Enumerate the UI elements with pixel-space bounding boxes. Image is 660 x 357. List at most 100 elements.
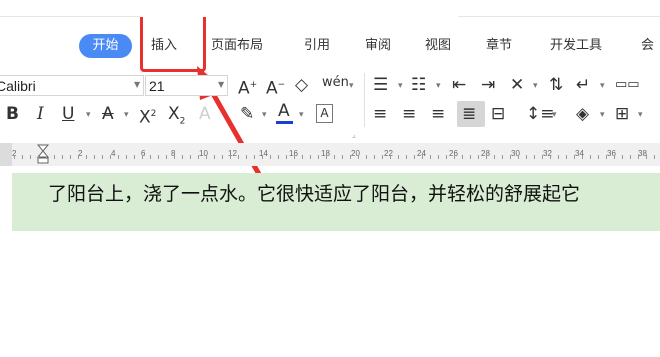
- sort-icon[interactable]: ⇅: [549, 75, 563, 95]
- align-right-icon[interactable]: ≡: [431, 104, 445, 124]
- text-effect-icon[interactable]: A: [199, 104, 211, 124]
- ruler-tick: [582, 155, 583, 159]
- phonetic-dropdown-icon[interactable]: ▾: [349, 81, 354, 91]
- ruler-tick: [182, 155, 183, 159]
- align-left-icon[interactable]: ≡: [373, 104, 387, 124]
- increase-indent-icon[interactable]: ⇥: [481, 75, 495, 95]
- align-center-icon[interactable]: ≡: [402, 104, 416, 124]
- ruler-number: 22: [384, 149, 393, 158]
- shading-icon[interactable]: ◈: [576, 104, 589, 124]
- borders-dropdown-icon[interactable]: ▾: [638, 110, 643, 120]
- table-grid-icon[interactable]: ▭▭: [615, 75, 640, 95]
- line-spacing-icon[interactable]: ↕≡: [526, 104, 555, 124]
- phonetic-guide-icon[interactable]: wén: [322, 73, 349, 93]
- decrease-indent-icon[interactable]: ⇤: [452, 75, 466, 95]
- ruler-tick: [606, 155, 607, 159]
- ruler-tick: [518, 155, 519, 159]
- ruler-tick: [502, 155, 503, 159]
- ruler-tick: [70, 155, 71, 159]
- ruler-tick: [526, 155, 527, 159]
- ruler-tick: [62, 155, 63, 159]
- underline-icon[interactable]: U: [62, 104, 74, 124]
- ruler-number: 14: [259, 149, 268, 158]
- ruler-tick: [206, 155, 207, 159]
- line-spacing-dropdown-icon[interactable]: ▾: [552, 110, 557, 120]
- borders-icon[interactable]: ⊞: [615, 104, 629, 124]
- ruler-tick: [30, 155, 31, 159]
- underline-dropdown-icon[interactable]: ▾: [86, 110, 91, 120]
- justify-icon[interactable]: ≣: [462, 104, 476, 124]
- document-text-line[interactable]: 了阳台上，浇了一点水。它很快适应了阳台，并轻松的舒展起它: [48, 181, 580, 207]
- ruler-tick: [390, 155, 391, 159]
- ruler-tick: [150, 155, 151, 159]
- ruler-tick: [22, 155, 23, 159]
- font-size-dropdown-icon[interactable]: ▼: [218, 80, 224, 89]
- ruler-tick: [318, 155, 319, 159]
- distributed-icon[interactable]: ⊟: [491, 104, 505, 124]
- ruler-tick: [382, 155, 383, 159]
- ruler-tick: [126, 155, 127, 159]
- font-color-icon[interactable]: A: [278, 101, 290, 121]
- bullet-list-icon[interactable]: ☰: [373, 75, 388, 95]
- highlight-icon[interactable]: ✎: [240, 104, 254, 124]
- ruler-tick: [542, 155, 543, 159]
- group-expand-icon[interactable]: ⌟: [352, 130, 356, 139]
- ruler-tick: [286, 155, 287, 159]
- ruler-tick: [374, 155, 375, 159]
- ruler-tick: [142, 155, 143, 159]
- show-marks-icon[interactable]: ↵: [576, 75, 590, 95]
- ruler-tick: [470, 155, 471, 159]
- ruler-tick: [334, 155, 335, 159]
- shading-dropdown-icon[interactable]: ▾: [600, 110, 605, 120]
- ruler-tick: [278, 155, 279, 159]
- subscript-icon[interactable]: X2: [168, 104, 185, 131]
- ruler-tick: [398, 155, 399, 159]
- font-name-dropdown-icon[interactable]: ▼: [134, 80, 140, 89]
- ruler-tick: [198, 155, 199, 159]
- superscript-icon[interactable]: X2: [139, 104, 156, 128]
- ruler-tick: [118, 155, 119, 159]
- ruler-tick: [342, 155, 343, 159]
- ruler-tick: [630, 155, 631, 159]
- numbered-list-dropdown-icon[interactable]: ▾: [436, 81, 441, 91]
- bullet-list-dropdown-icon[interactable]: ▾: [398, 81, 403, 91]
- numbered-list-icon[interactable]: ☷: [411, 75, 426, 95]
- ruler-tick: [430, 155, 431, 159]
- grow-font-icon[interactable]: A+: [238, 75, 257, 99]
- italic-icon[interactable]: I: [37, 104, 44, 124]
- font-name-select[interactable]: Calibri: [0, 75, 144, 96]
- ruler-tick: [174, 155, 175, 159]
- horizontal-ruler[interactable]: 2 2 4 6 8 10 12 14 16 18 20 22 24 26 28 …: [0, 143, 660, 166]
- font-color-dropdown-icon[interactable]: ▾: [299, 110, 304, 120]
- ruler-tick: [534, 155, 535, 159]
- strikethrough-dropdown-icon[interactable]: ▾: [124, 110, 129, 120]
- ruler-tick: [102, 155, 103, 159]
- ruler-tick: [214, 155, 215, 159]
- char-border-icon[interactable]: A: [316, 104, 333, 123]
- ruler-tick: [550, 155, 551, 159]
- ruler-tick: [158, 155, 159, 159]
- chinese-layout-icon[interactable]: ✕: [510, 75, 524, 95]
- ruler-tick: [462, 155, 463, 159]
- highlight-dropdown-icon[interactable]: ▾: [262, 110, 267, 120]
- bold-icon[interactable]: B: [6, 104, 19, 124]
- ruler-number: 4: [111, 149, 116, 158]
- show-marks-dropdown-icon[interactable]: ▾: [600, 81, 605, 91]
- ruler-tick: [230, 155, 231, 159]
- ruler-margin-left: [0, 143, 12, 166]
- ruler-tick: [302, 155, 303, 159]
- ruler-tick: [654, 155, 655, 159]
- ruler-tick: [238, 155, 239, 159]
- clear-format-icon[interactable]: ◇: [295, 75, 308, 95]
- strikethrough-icon[interactable]: A: [102, 104, 114, 124]
- ruler-tick: [54, 155, 55, 159]
- ruler-tick: [510, 155, 511, 159]
- ruler-tick: [38, 155, 39, 159]
- ruler-tick: [614, 155, 615, 159]
- ruler-tick: [262, 155, 263, 159]
- shrink-font-icon[interactable]: A−: [266, 75, 285, 99]
- chinese-layout-dropdown-icon[interactable]: ▾: [533, 81, 538, 91]
- font-size-select[interactable]: 21: [145, 75, 228, 96]
- ruler-tick: [358, 155, 359, 159]
- ruler-tick: [574, 155, 575, 159]
